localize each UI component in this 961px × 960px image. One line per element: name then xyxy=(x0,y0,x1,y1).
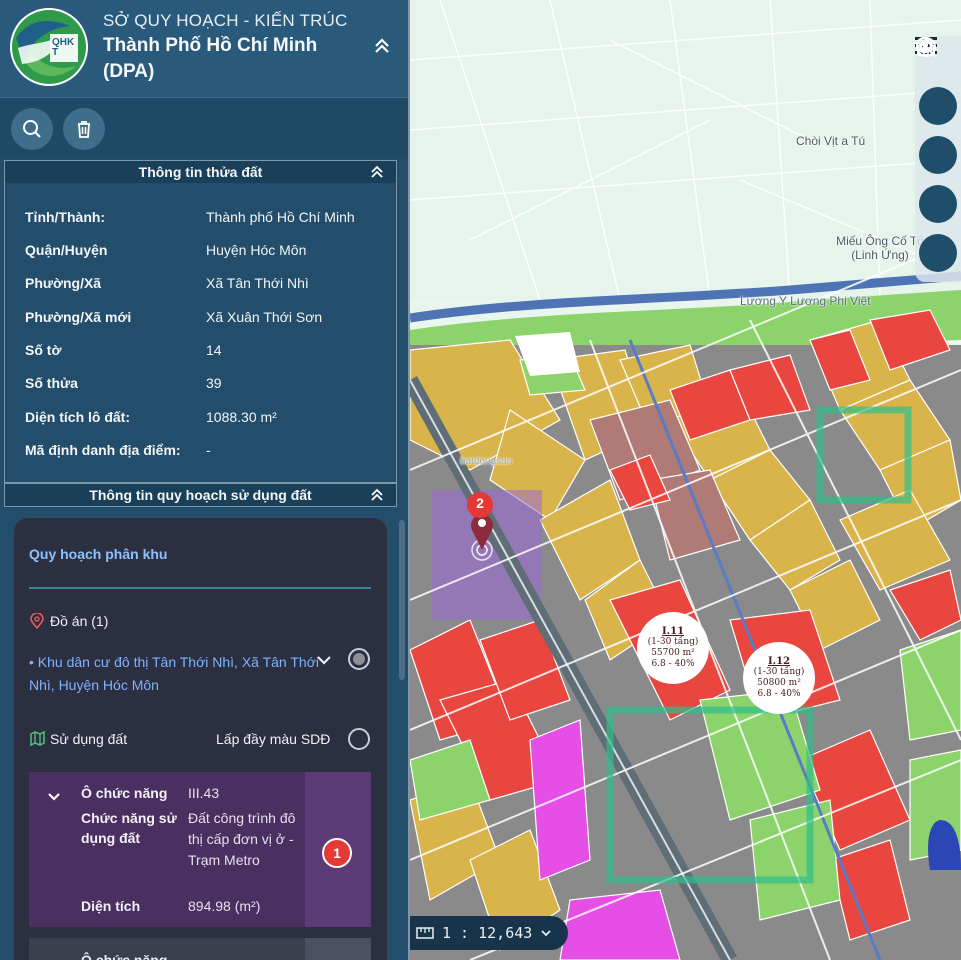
function-block[interactable]: Ô chức năng III.43 Chức năng sử dụng đất… xyxy=(29,772,371,927)
location-pin-icon xyxy=(30,613,44,629)
parcel-label[interactable]: I.12 (1-30 tầng) 50800 m² 6.8 - 40% xyxy=(743,642,815,714)
zoom-out-icon[interactable] xyxy=(916,37,957,174)
land-info-panel: Tỉnh/Thành: Thành phố Hồ Chí Minh Quận/Hu… xyxy=(4,183,397,483)
project-radio[interactable] xyxy=(348,648,370,670)
info-row: Phường/Xã Xã Tân Thới Nhì xyxy=(25,275,385,295)
chevron-up-icon[interactable] xyxy=(370,165,384,179)
info-value: - xyxy=(206,442,211,458)
function-block[interactable]: Ô chức năng xyxy=(29,938,371,960)
info-value: 1088.30 m² xyxy=(206,409,277,425)
app-header: QHKT SỞ QUY HOẠCH - KIẾN TRÚC Thành Phố … xyxy=(0,0,408,97)
function-value: Đất công trình đô thị cấp đơn vị ở - Trạ… xyxy=(188,810,296,868)
function-badge: 1 xyxy=(322,838,352,868)
parcel-code: I.11 xyxy=(661,626,685,637)
info-row: Quận/Huyện Huyện Hóc Môn xyxy=(25,242,385,262)
info-value: Xã Xuân Thới Sơn xyxy=(206,309,323,325)
zoom-in-icon[interactable] xyxy=(916,37,957,125)
fill-color-label: Lấp đầy màu SDĐ xyxy=(216,731,331,747)
planning-card: Quy hoạch phân khu Đồ án (1) • Khu dân c… xyxy=(14,518,387,960)
function-value: 894.98 (m²) xyxy=(188,898,261,914)
map-view[interactable]: Chòi Vịt a Tú Miếu Ông Cố Tổ (Linh Ứng) … xyxy=(410,0,961,960)
logo-text: QHKT xyxy=(52,37,75,58)
poi-label[interactable]: Chòi Vịt a Tú xyxy=(796,134,865,148)
card-title[interactable]: Quy hoạch phân khu xyxy=(29,546,167,562)
parcel-area: 50800 m² xyxy=(757,678,801,688)
project-count-label: Đồ án (1) xyxy=(50,613,109,629)
app-title: Thành Phố Hồ Chí Minh (DPA) xyxy=(103,35,318,82)
app-root: Chòi Vịt a Tú Miếu Ông Cố Tổ (Linh Ứng) … xyxy=(0,0,961,960)
scrollbar[interactable] xyxy=(399,520,405,680)
info-key: Diện tích lô đất: xyxy=(25,409,130,425)
land-use-label: Sử dụng đất xyxy=(50,731,128,747)
info-value: 39 xyxy=(206,375,222,391)
planning-info-header[interactable]: Thông tin quy hoạch sử dụng đất xyxy=(4,483,397,507)
function-key: Ô chức năng xyxy=(81,952,168,960)
info-row: Tỉnh/Thành: Thành phố Hồ Chí Minh xyxy=(25,209,385,229)
info-value: Xã Tân Thới Nhì xyxy=(206,275,309,291)
function-badge-area[interactable] xyxy=(305,938,371,960)
info-value: Huyện Hóc Môn xyxy=(206,242,307,258)
info-key: Phường/Xã mới xyxy=(25,309,132,325)
scale-value: 1 : 12,643 xyxy=(442,924,533,942)
parcel-floors: (1-30 tầng) xyxy=(753,667,805,677)
location-marker[interactable]: 2 xyxy=(463,490,501,562)
info-row: Diện tích lô đất: 1088.30 m² xyxy=(25,409,385,429)
info-key: Phường/Xã xyxy=(25,275,102,291)
info-key: Số thửa xyxy=(25,375,78,391)
info-row: Phường/Xã mới Xã Xuân Thới Sơn xyxy=(25,309,385,329)
search-button[interactable] xyxy=(11,108,53,150)
sidebar: QHKT SỞ QUY HOẠCH - KIẾN TRÚC Thành Phố … xyxy=(0,0,410,960)
chevron-down-icon[interactable] xyxy=(316,654,332,666)
chevron-down-icon[interactable] xyxy=(540,928,552,938)
info-row: Số thửa 39 xyxy=(25,375,385,395)
logo: QHKT xyxy=(10,8,88,86)
info-row: Số tờ 14 xyxy=(25,342,385,362)
map-controls xyxy=(915,36,961,282)
function-value: III.43 xyxy=(188,785,220,801)
info-key: Mã định danh địa điểm: xyxy=(25,442,181,458)
toolbar xyxy=(0,97,408,159)
locate-icon[interactable] xyxy=(916,37,957,223)
street-label: Lương Y Lương Phi Việt xyxy=(740,294,871,308)
info-value: 14 xyxy=(206,342,222,358)
org-name: SỞ QUY HOẠCH - KIẾN TRÚC xyxy=(103,11,348,30)
parcel-floors: (1-30 tầng) xyxy=(647,637,699,647)
land-info-header[interactable]: Thông tin thửa đất xyxy=(4,160,397,184)
info-value: Thành phố Hồ Chí Minh xyxy=(206,209,355,225)
chevron-up-icon[interactable] xyxy=(370,488,384,502)
info-key: Số tờ xyxy=(25,342,62,358)
section-title: Thông tin quy hoạch sử dụng đất xyxy=(89,487,312,503)
project-link[interactable]: • Khu dân cư đô thị Tân Thới Nhì, Xã Tân… xyxy=(29,651,319,697)
function-badge-area[interactable]: 1 xyxy=(305,772,371,927)
function-key: Ô chức năng xyxy=(81,785,168,801)
function-key: Chức năng sử dụng đất xyxy=(81,810,177,846)
scale-indicator[interactable]: 1 : 12,643 xyxy=(410,916,568,950)
info-row: Mã định danh địa điểm: - xyxy=(25,442,385,462)
map-icon xyxy=(30,731,45,746)
function-key: Diện tích xyxy=(81,898,141,914)
search-icon xyxy=(23,120,41,138)
watermark: batdongsan xyxy=(460,456,513,467)
map-canvas[interactable] xyxy=(410,0,961,960)
fill-color-radio[interactable] xyxy=(348,728,370,750)
chevron-down-icon[interactable] xyxy=(47,792,61,802)
parcel-code: I.12 xyxy=(767,656,791,667)
parcel-label[interactable]: I.11 (1-30 tầng) 55700 m² 6.8 - 40% xyxy=(637,612,709,684)
trash-icon xyxy=(78,121,90,138)
delete-button[interactable] xyxy=(63,108,105,150)
chevron-up-icon[interactable] xyxy=(372,36,392,56)
parcel-ratio: 6.8 - 40% xyxy=(757,689,801,699)
marker-count-badge: 2 xyxy=(476,495,484,511)
home-icon[interactable] xyxy=(917,38,957,272)
info-key: Quận/Huyện xyxy=(25,242,108,258)
section-title: Thông tin thửa đất xyxy=(138,164,263,180)
divider xyxy=(29,587,371,589)
ruler-icon xyxy=(416,927,434,939)
info-key: Tỉnh/Thành: xyxy=(25,209,106,225)
parcel-area: 55700 m² xyxy=(651,648,695,658)
parcel-ratio: 6.8 - 40% xyxy=(651,659,695,669)
